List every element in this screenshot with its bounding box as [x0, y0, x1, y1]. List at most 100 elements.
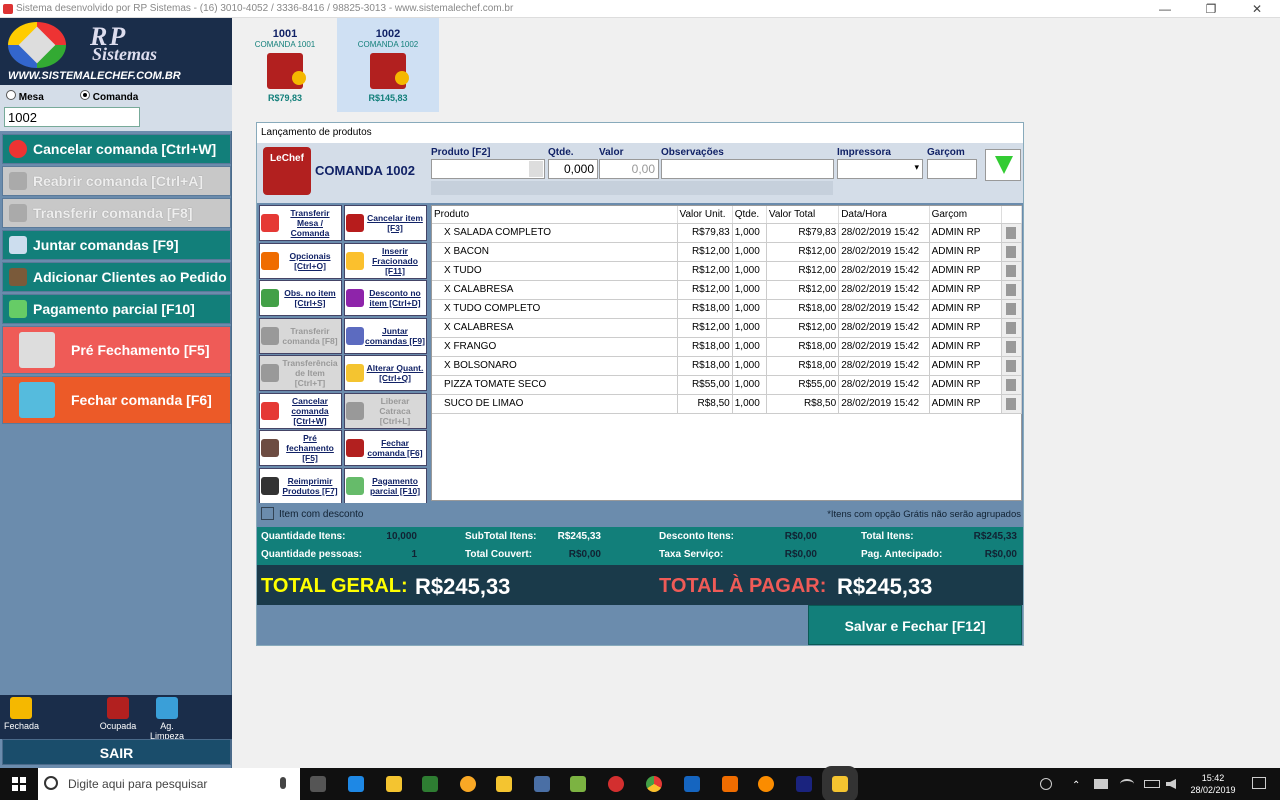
volume-icon[interactable] [1166, 779, 1176, 789]
action-button-14[interactable]: Reimprimir Produtos [F7] [259, 467, 342, 504]
column-header[interactable]: Garçom [929, 206, 1002, 224]
delete-cell[interactable] [1001, 318, 1023, 338]
action-button-4[interactable]: Obs. no item [Ctrl+S] [259, 280, 342, 316]
action-button-7[interactable]: Juntar comandas [F9] [344, 317, 427, 354]
action-button-15[interactable]: Pagamento parcial [F10] [344, 467, 427, 504]
table-row[interactable]: X BOLSONARO R$18,00 1,000 R$18,00 28/02/2019… [432, 356, 1023, 376]
app-icon-3[interactable] [570, 776, 586, 792]
app-icon-2[interactable] [496, 776, 512, 792]
app-icon-1[interactable] [460, 776, 476, 792]
teamviewer-icon[interactable] [348, 776, 364, 792]
close-window-button[interactable]: ✕ [1234, 0, 1280, 18]
mic-icon[interactable] [280, 777, 286, 789]
trash-icon[interactable] [1006, 226, 1017, 239]
trash-icon[interactable] [1006, 245, 1017, 258]
valor-input[interactable]: 0,00 [599, 159, 659, 179]
chevron-up-icon[interactable]: ⌃ [1072, 780, 1080, 791]
qtde-input[interactable]: 0,000 [548, 159, 598, 179]
obs-input[interactable] [661, 159, 834, 179]
pre-closing-button[interactable]: Pré Fechamento [F5] [2, 326, 231, 374]
action-button-11[interactable]: Liberar Catraca [Ctrl+L] [344, 392, 427, 429]
battery-icon[interactable] [1144, 780, 1160, 788]
table-row[interactable]: X TUDO R$12,00 1,000 R$12,00 28/02/2019 15:4… [432, 261, 1023, 281]
action-button-10[interactable]: Cancelar comanda [Ctrl+W] [259, 392, 342, 429]
delete-cell[interactable] [1001, 280, 1023, 300]
table-row[interactable]: SUCO DE LIMAO R$8,50 1,000 R$8,50 28/02/2019… [432, 394, 1023, 414]
delete-cell[interactable] [1001, 242, 1023, 262]
trash-icon[interactable] [1006, 264, 1017, 277]
wifi-icon[interactable] [1120, 779, 1134, 789]
table-row[interactable]: X BACON R$12,00 1,000 R$12,00 28/02/2019 15:… [432, 242, 1023, 262]
table-row[interactable]: X TUDO COMPLETO R$18,00 1,000 R$18,00 28/02/… [432, 299, 1023, 319]
search-icon[interactable] [529, 161, 543, 177]
comanda-card-1002[interactable]: 1002 COMANDA 1002 R$145,83 [337, 18, 439, 112]
notepad-icon[interactable] [422, 776, 438, 792]
minimize-button[interactable]: — [1142, 0, 1188, 18]
action-button-5[interactable]: Desconto no item [Ctrl+D] [344, 280, 427, 316]
partial-payment-button[interactable]: Pagamento parcial [F10] [2, 294, 231, 324]
trash-icon[interactable] [1006, 397, 1017, 410]
outlook-icon[interactable] [684, 776, 700, 792]
impressora-select[interactable]: ▾ [837, 159, 923, 179]
add-item-arrow-button[interactable] [985, 149, 1021, 181]
table-row[interactable]: X SALADA COMPLETO R$79,83 1,000 R$79,83 28/0… [432, 223, 1023, 243]
delete-cell[interactable] [1001, 375, 1023, 395]
table-row[interactable]: X CALABRESA R$12,00 1,000 R$12,00 28/02/2019… [432, 318, 1023, 338]
action-button-12[interactable]: Pré fechamento [F5] [259, 430, 342, 466]
garcom-input[interactable] [927, 159, 977, 179]
radio-comanda[interactable]: Comanda [80, 90, 138, 103]
comanda-card-1001[interactable]: 1001 COMANDA 1001 R$79,83 [234, 18, 336, 112]
delete-cell[interactable] [1001, 223, 1023, 243]
action-button-13[interactable]: Fechar comanda [F6] [344, 430, 427, 466]
trash-icon[interactable] [1006, 359, 1017, 372]
taskbar-search[interactable]: Digite aqui para pesquisar [38, 768, 300, 800]
column-header[interactable]: Valor Unit. [677, 206, 733, 224]
notifications-icon[interactable] [1252, 777, 1266, 789]
chrome-icon[interactable] [646, 776, 662, 792]
exit-button[interactable]: SAIR [2, 739, 231, 765]
trash-icon[interactable] [1006, 302, 1017, 315]
task-view-icon[interactable] [310, 776, 326, 792]
file-explorer-icon[interactable] [386, 776, 402, 792]
add-clients-button[interactable]: Adicionar Clientes ao Pedido [2, 262, 231, 292]
app-icon-6[interactable] [796, 776, 812, 792]
action-button-3[interactable]: Inserir Fracionado [F11] [344, 242, 427, 279]
radio-mesa-dot[interactable] [6, 90, 16, 100]
table-row[interactable]: X CALABRESA R$12,00 1,000 R$12,00 28/02/2019… [432, 280, 1023, 300]
trash-icon[interactable] [1006, 283, 1017, 296]
action-button-2[interactable]: Opcionais [Ctrl+O] [259, 242, 342, 279]
delete-cell[interactable] [1001, 394, 1023, 414]
action-button-9[interactable]: Alterar Quant. [Ctrl+Q] [344, 355, 427, 391]
trash-icon[interactable] [1006, 378, 1017, 391]
app-icon-4[interactable] [722, 776, 738, 792]
save-and-close-button[interactable]: Salvar e Fechar [F12] [808, 605, 1022, 645]
delete-cell[interactable] [1001, 337, 1023, 357]
produto-input[interactable] [431, 159, 545, 179]
reopen-comanda-button[interactable]: Reabrir comanda [Ctrl+A] [2, 166, 231, 196]
trash-icon[interactable] [1006, 321, 1017, 334]
delete-cell[interactable] [1001, 261, 1023, 281]
delete-cell[interactable] [1001, 299, 1023, 319]
column-header[interactable]: Qtde. [732, 206, 767, 224]
table-row[interactable]: X FRANGO R$18,00 1,000 R$18,00 28/02/2019 15… [432, 337, 1023, 357]
column-header[interactable]: Valor Total [766, 206, 840, 224]
close-comanda-button[interactable]: Fechar comanda [F6] [2, 376, 231, 424]
table-row[interactable]: PIZZA TOMATE SECO R$55,00 1,000 R$55,00 28/0… [432, 375, 1023, 395]
action-button-0[interactable]: Transferir Mesa / Comanda [259, 205, 342, 241]
start-icon[interactable] [12, 777, 26, 791]
dx-icon[interactable] [608, 776, 624, 792]
app-icon-5[interactable] [758, 776, 774, 792]
column-header[interactable]: Data/Hora [838, 206, 930, 224]
action-button-8[interactable]: Transferência de Item [Ctrl+T] [259, 355, 342, 391]
trash-icon[interactable] [1006, 340, 1017, 353]
action-button-1[interactable]: Cancelar item [F3] [344, 205, 427, 241]
cancel-comanda-button[interactable]: Cancelar comanda [Ctrl+W] [2, 134, 231, 164]
comanda-number-input[interactable] [4, 107, 140, 127]
transfer-comanda-button[interactable]: Transferir comanda [F8] [2, 198, 231, 228]
printer-tray-icon[interactable] [1094, 779, 1108, 789]
column-header[interactable]: Produto [432, 206, 678, 224]
maximize-button[interactable]: ❐ [1188, 0, 1234, 18]
radio-mesa[interactable]: Mesa [6, 90, 44, 103]
action-button-6[interactable]: Transferir comanda [F8] [259, 317, 342, 354]
discount-checkbox[interactable] [261, 507, 274, 520]
